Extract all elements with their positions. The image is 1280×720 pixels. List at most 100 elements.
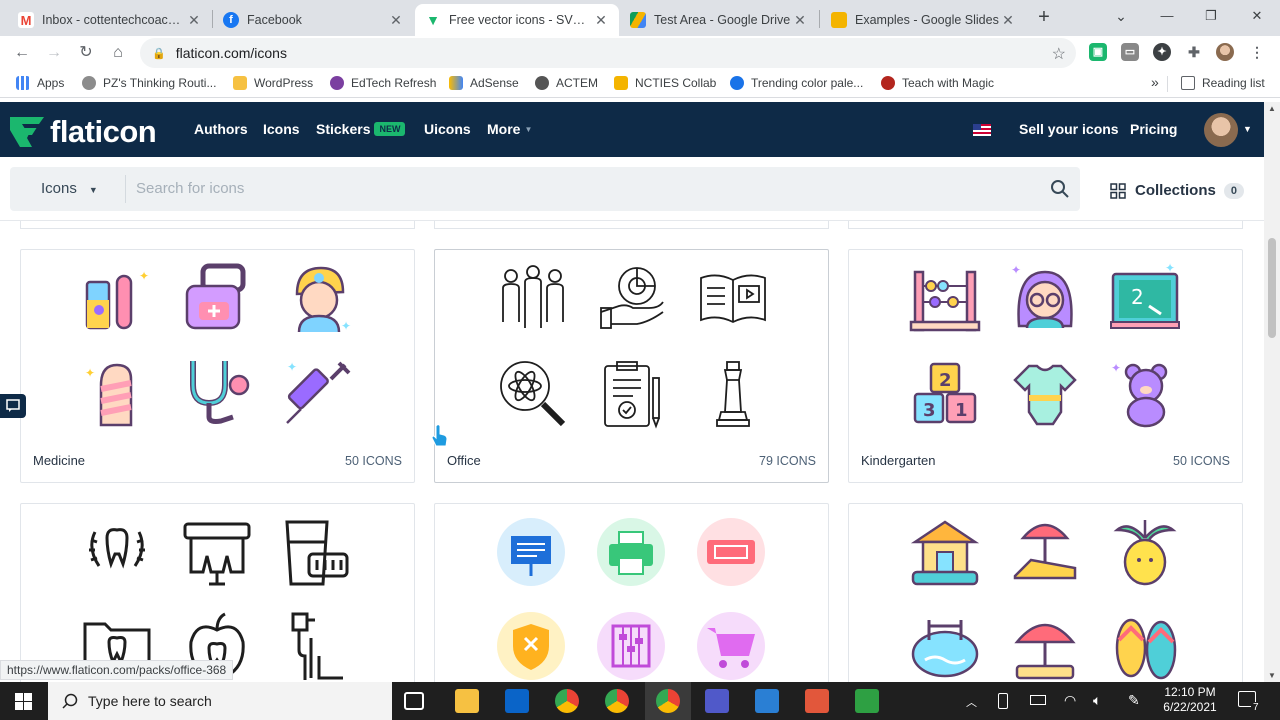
bookmark-adsense[interactable]: AdSense [449, 76, 519, 90]
nav-pricing[interactable]: Pricing [1130, 121, 1177, 137]
extension-rocket-icon[interactable]: ✦ [1153, 43, 1171, 61]
extension-cast-icon[interactable]: ▭ [1121, 43, 1139, 61]
chrome-icon[interactable] [555, 689, 579, 713]
us-flag-icon[interactable] [973, 124, 991, 136]
facebook-icon: f [223, 12, 239, 28]
file-explorer-icon[interactable] [455, 689, 479, 713]
tab-google-slides[interactable]: Examples - Google Slides ✕ [821, 4, 1026, 36]
caret-down-icon: ▼ [524, 125, 533, 134]
forward-arrow-icon[interactable]: → [42, 41, 66, 65]
collections-button[interactable]: Collections 0 [1110, 182, 1244, 199]
page-scrollbar[interactable]: ▲ ▼ [1264, 102, 1280, 682]
bookmark-ncties-collab[interactable]: NCTIES Collab [614, 76, 716, 90]
pack-card-dental[interactable] [20, 503, 415, 682]
bookmark-actem[interactable]: ACTEM [535, 76, 598, 90]
card-above-bottom [434, 221, 829, 229]
flaticon-logo[interactable]: flaticon [10, 114, 157, 150]
home-icon[interactable]: ⌂ [106, 41, 130, 65]
more-bookmarks-chevron-icon[interactable]: » [1151, 74, 1159, 90]
syringe-icon: ✦ [286, 360, 351, 424]
nav-uicons[interactable]: Uicons [424, 121, 471, 137]
pack-card-office[interactable]: Office 79 ICONS [434, 249, 829, 483]
clock[interactable]: 12:10 PM 6/22/2021 [1158, 685, 1222, 715]
reload-icon[interactable]: ↻ [74, 41, 98, 65]
close-icon[interactable]: ✕ [186, 12, 202, 29]
search-divider [125, 175, 126, 203]
url-text[interactable]: flaticon.com/icons [176, 45, 287, 61]
windows-start-icon[interactable] [15, 693, 32, 710]
chrome-profile-icon[interactable] [605, 689, 629, 713]
pen-icon[interactable]: ✎ [1128, 692, 1140, 709]
doctor-icon: ✦ [295, 266, 351, 333]
volume-icon[interactable]: 🔈︎ [1093, 692, 1101, 709]
back-arrow-icon[interactable]: ← [10, 41, 34, 65]
pack-card-medicine[interactable]: ✦ ✦ ✦ ✦ Medicine 50 ICONS [20, 249, 415, 483]
tab-search-icon[interactable]: ⌄ [1098, 0, 1144, 32]
search-type-select[interactable]: Icons ▼ [41, 180, 98, 197]
bookmark-teach-with-magic[interactable]: Teach with Magic [881, 76, 994, 90]
minimize-icon[interactable]: — [1144, 0, 1190, 32]
scroll-up-arrow-icon[interactable]: ▲ [1268, 104, 1276, 113]
window-close-icon[interactable]: ✕ [1234, 0, 1280, 32]
camtasia-recorder-icon[interactable] [855, 689, 879, 713]
user-avatar[interactable] [1204, 113, 1238, 147]
search-icon[interactable] [1050, 179, 1070, 199]
pack-card-flat-circles[interactable] [434, 503, 829, 682]
nav-stickers[interactable]: Stickers NEW [316, 121, 406, 137]
pack-card-summer[interactable] [848, 503, 1243, 682]
taskbar-search-box[interactable]: Type here to search [48, 682, 392, 720]
nav-icons[interactable]: Icons [263, 121, 300, 137]
search-type-value: Icons [41, 180, 77, 197]
caret-down-icon[interactable]: ▼ [1243, 124, 1252, 134]
bookmark-edtech-refresh[interactable]: EdTech Refresh [330, 76, 436, 90]
task-view-icon[interactable] [404, 692, 424, 710]
tab-flaticon[interactable]: ▼ Free vector icons - SVG, P ✕ [415, 4, 619, 36]
close-icon[interactable]: ✕ [593, 12, 609, 29]
search-input[interactable]: Search for icons [136, 180, 244, 197]
clipboard-check-icon [604, 361, 660, 429]
teams-icon[interactable] [705, 689, 729, 713]
pack-card-kindergarten[interactable]: ✦ 2 ✦ 2 3 1 ✦ Kindergarten 50 ICONS [848, 249, 1243, 483]
tab-title: Examples - Google Slides [855, 13, 999, 27]
reading-list-icon [1181, 76, 1195, 90]
nav-more[interactable]: More ▼ [487, 121, 532, 137]
presentation-board-icon [497, 518, 565, 586]
bookmark-star-icon[interactable]: ☆ [1052, 44, 1066, 64]
close-icon[interactable]: ✕ [1000, 12, 1016, 29]
first-aid-kit-icon [185, 263, 246, 330]
show-hidden-icons-icon[interactable]: ︿ [966, 694, 977, 710]
bookmark-apps[interactable]: Apps [16, 76, 64, 90]
new-tab-plus-icon[interactable]: + [1032, 6, 1056, 30]
menu-kebab-icon[interactable]: ⋮ [1248, 43, 1266, 61]
snagit-icon[interactable] [755, 689, 779, 713]
nav-sell-icons[interactable]: Sell your icons [1019, 121, 1119, 137]
address-bar[interactable]: 🔒 flaticon.com/icons ☆ [140, 38, 1076, 68]
camtasia-icon[interactable] [805, 689, 829, 713]
profile-avatar[interactable] [1216, 43, 1234, 61]
scrollbar-thumb[interactable] [1268, 238, 1276, 338]
chat-feedback-button[interactable] [0, 394, 26, 418]
tab-gmail[interactable]: M Inbox - cottentechcoach@ ✕ [8, 4, 212, 36]
restore-icon[interactable]: ❐ [1188, 0, 1234, 32]
reading-list[interactable]: Reading list [1181, 76, 1265, 90]
caret-down-icon: ▼ [88, 185, 98, 195]
bookmarks-bar: Apps PZ's Thinking Routi... WordPress Ed… [0, 70, 1280, 98]
close-icon[interactable]: ✕ [792, 12, 808, 29]
chrome-active-icon[interactable] [656, 689, 680, 713]
tab-google-drive[interactable]: Test Area - Google Drive ✕ [620, 4, 818, 36]
usb-device-icon[interactable] [998, 693, 1008, 709]
close-icon[interactable]: ✕ [388, 12, 404, 29]
bookmark-trending-color[interactable]: Trending color pale... [730, 76, 863, 90]
nav-more-label: More [487, 121, 521, 137]
hand-cursor-icon [431, 424, 448, 447]
nav-authors[interactable]: Authors [194, 121, 248, 137]
extensions-puzzle-icon[interactable]: ✚ [1185, 43, 1203, 61]
mail-icon[interactable] [505, 689, 529, 713]
wifi-icon[interactable]: ◠ [1064, 692, 1076, 709]
extension-green-icon[interactable]: ▣ [1089, 43, 1107, 61]
bookmark-pz[interactable]: PZ's Thinking Routi... [82, 76, 216, 90]
scroll-down-arrow-icon[interactable]: ▼ [1268, 671, 1276, 680]
tab-facebook[interactable]: f Facebook ✕ [213, 4, 414, 36]
battery-icon[interactable] [1030, 695, 1046, 705]
bookmark-wordpress[interactable]: WordPress [233, 76, 313, 90]
